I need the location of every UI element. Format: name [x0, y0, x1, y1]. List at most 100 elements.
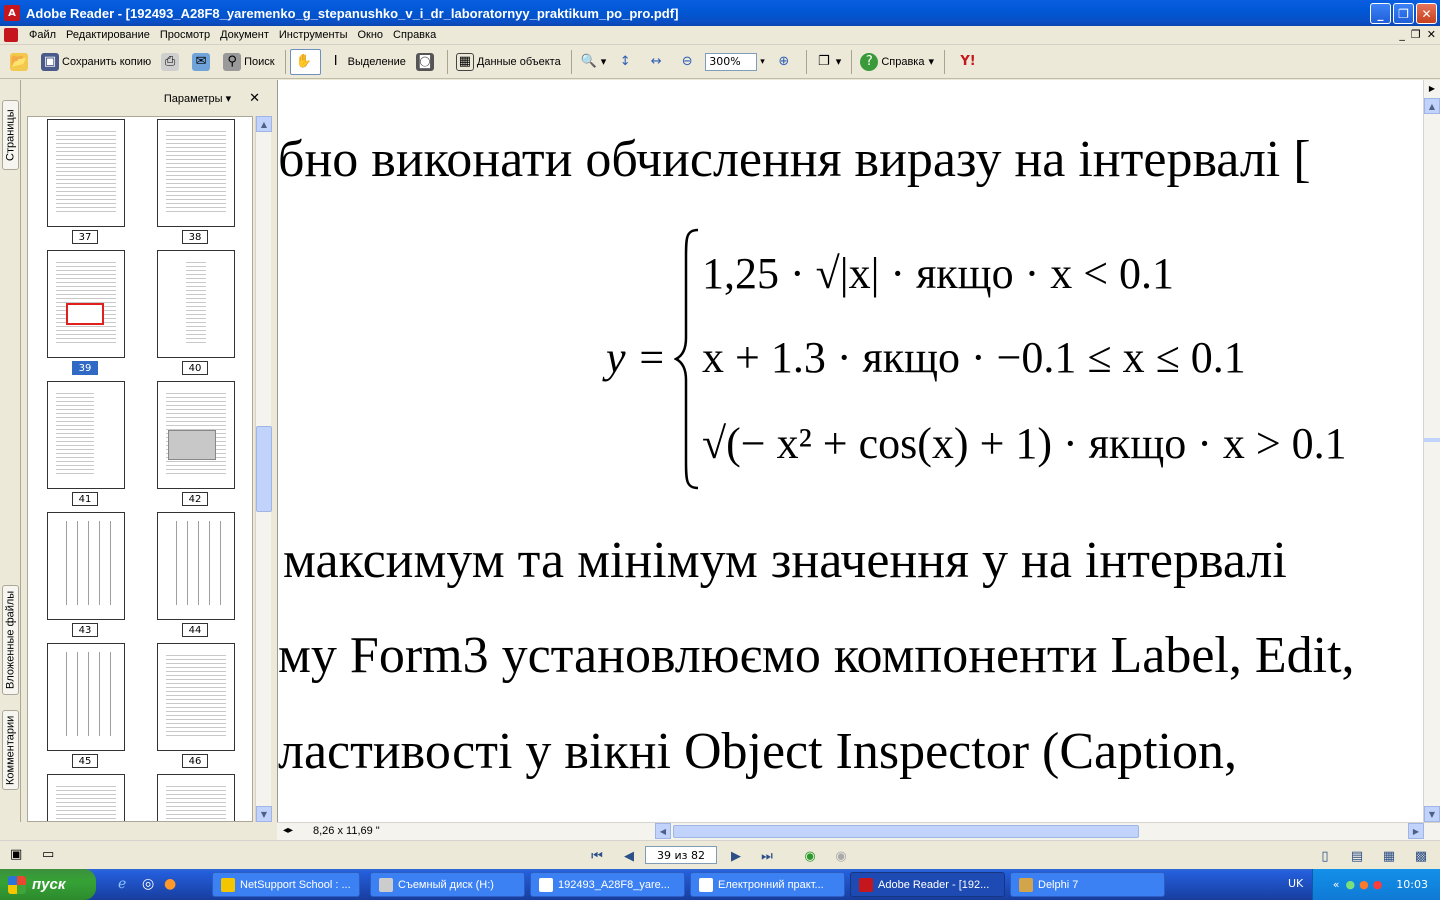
panel-header: Параметры ▾ ✕: [21, 80, 274, 116]
fit-height-button[interactable]: ↕: [612, 49, 641, 75]
drive-icon: [379, 877, 393, 892]
task-electronic-practicum[interactable]: Електронний практ...: [690, 872, 845, 897]
object-data-button[interactable]: ▦ Данные объекта: [452, 49, 565, 75]
task-netsupport[interactable]: NetSupport School : ...: [212, 872, 360, 897]
zoom-out-button[interactable]: ⊖: [674, 49, 703, 75]
doc-close-button[interactable]: ✕: [1427, 28, 1436, 41]
menu-file[interactable]: Файл: [24, 29, 61, 41]
search-button[interactable]: ⚲ Поиск: [219, 49, 278, 75]
scroll-up-icon[interactable]: ▶: [1424, 80, 1440, 96]
facing-pages-icon[interactable]: ▦: [1380, 847, 1398, 865]
close-button[interactable]: ✕: [1416, 3, 1437, 24]
document-view[interactable]: бно виконати обчислення виразу на інтерв…: [277, 80, 1423, 822]
options-menu[interactable]: Параметры ▾: [164, 92, 231, 105]
yahoo-button[interactable]: Y!: [949, 49, 990, 75]
menu-view[interactable]: Просмотр: [155, 29, 215, 41]
select-tool-button[interactable]: I Выделение: [323, 49, 410, 75]
network-icon[interactable]: ●: [1345, 878, 1355, 891]
hand-tool-button[interactable]: ✋: [289, 48, 321, 75]
first-page-button[interactable]: ⏮: [588, 847, 606, 865]
next-page-button[interactable]: ▶: [727, 847, 745, 865]
print-button[interactable]: ⎙: [157, 49, 186, 75]
zoom-in-tool-button[interactable]: 🔍 ▾: [576, 49, 611, 75]
last-page-button[interactable]: ⏭: [758, 847, 776, 865]
doc-restore-button[interactable]: ❐: [1411, 28, 1421, 41]
save-copy-button[interactable]: ▣ Сохранить копию: [37, 49, 155, 75]
panel-close-button[interactable]: ✕: [249, 90, 260, 106]
email-button[interactable]: ✉: [188, 49, 217, 75]
scroll-down-icon[interactable]: ▼: [256, 806, 272, 822]
help-button[interactable]: ? Справка ▾: [856, 49, 938, 75]
menu-bar: Файл Редактирование Просмотр Документ Ин…: [0, 26, 1440, 45]
page-thumbnail[interactable]: [157, 643, 235, 751]
go-forward-button[interactable]: ◉: [832, 847, 850, 865]
page-thumbnail[interactable]: [157, 512, 235, 620]
firefox-icon[interactable]: ●: [164, 876, 176, 892]
panel-scrollbar[interactable]: ▲ ▼: [255, 116, 272, 822]
document-scroll-thumb[interactable]: [1424, 438, 1440, 442]
ie-alt-icon[interactable]: ◎: [142, 876, 154, 892]
document-horizontal-scrollbar[interactable]: ◂▸ 8,26 x 11,69 " ◀ ▶: [277, 822, 1440, 840]
menu-help[interactable]: Справка: [388, 29, 441, 41]
document-vertical-scrollbar[interactable]: ▶ ▲ ▼: [1423, 80, 1440, 822]
zoom-in-button[interactable]: ⊕: [771, 49, 800, 75]
go-back-button[interactable]: ◉: [801, 847, 819, 865]
browser-tray-icon[interactable]: ●: [1359, 878, 1369, 891]
view-area-frame[interactable]: [66, 303, 104, 325]
word-icon: [699, 877, 713, 892]
tab-comments[interactable]: Комментарии: [2, 710, 19, 790]
horizontal-scroll-thumb[interactable]: [673, 825, 1139, 838]
task-removable-disk[interactable]: Съемный диск (H:): [370, 872, 525, 897]
page-thumbnail[interactable]: [157, 774, 235, 821]
task-adobe-reader[interactable]: Adobe Reader - [192...: [850, 872, 1005, 897]
page-thumbnail[interactable]: [47, 774, 125, 821]
single-page-icon[interactable]: ▯: [1316, 847, 1334, 865]
minimize-button[interactable]: _: [1370, 3, 1391, 24]
splitter-icon[interactable]: ◂▸: [283, 825, 293, 836]
tab-attachments[interactable]: Вложенные файлы: [2, 585, 19, 695]
menu-document[interactable]: Документ: [215, 29, 274, 41]
open-button[interactable]: 📂: [6, 49, 35, 75]
snapshot-button[interactable]: ◙: [412, 49, 441, 75]
doc-minimize-button[interactable]: _: [1399, 28, 1405, 41]
page-thumbnail[interactable]: [47, 250, 125, 358]
scroll-right-icon[interactable]: ▶: [1408, 823, 1424, 839]
page-thumbnail[interactable]: [157, 381, 235, 489]
menu-window[interactable]: Окно: [352, 29, 388, 41]
page-number-input[interactable]: 39 из 82: [645, 846, 717, 864]
page-thumbnail[interactable]: [47, 643, 125, 751]
tray-chevron-icon[interactable]: «: [1333, 878, 1340, 891]
menu-tools[interactable]: Инструменты: [274, 29, 353, 41]
document-icon[interactable]: [4, 28, 18, 42]
zoom-input[interactable]: 300%: [705, 52, 758, 71]
language-indicator[interactable]: UK: [1288, 877, 1303, 890]
continuous-facing-icon[interactable]: ▩: [1412, 847, 1430, 865]
object-data-icon: ▦: [455, 52, 474, 71]
panel-scroll-thumb[interactable]: [256, 426, 272, 512]
scroll-up-icon[interactable]: ▲: [256, 116, 272, 132]
page-thumbnail[interactable]: [47, 119, 125, 227]
ie-icon[interactable]: ℯ: [118, 876, 126, 892]
rotate-view-button[interactable]: ❐ ▾: [811, 49, 846, 75]
page-thumbnail[interactable]: [157, 119, 235, 227]
start-button[interactable]: пуск: [0, 869, 96, 900]
scroll-left-icon[interactable]: ◀: [655, 823, 671, 839]
page-thumbnail[interactable]: [157, 250, 235, 358]
document-icon[interactable]: ▭: [42, 847, 54, 862]
page-thumbnail[interactable]: [47, 381, 125, 489]
restore-button[interactable]: ❐: [1393, 3, 1414, 24]
scroll-down-icon[interactable]: ▼: [1424, 806, 1440, 822]
continuous-page-icon[interactable]: ▤: [1348, 847, 1366, 865]
panel-toggle-icon[interactable]: ▣: [10, 847, 22, 862]
pages-icon: ❐: [817, 54, 830, 69]
antivirus-icon[interactable]: ●: [1373, 878, 1383, 891]
page-thumbnail[interactable]: [47, 512, 125, 620]
zoom-dropdown-arrow[interactable]: ▾: [760, 57, 765, 67]
tab-pages[interactable]: Страницы: [2, 100, 19, 170]
task-word-doc[interactable]: 192493_A28F8_yare...: [530, 872, 685, 897]
task-delphi[interactable]: Delphi 7: [1010, 872, 1165, 897]
menu-edit[interactable]: Редактирование: [61, 29, 155, 41]
scroll-up-icon[interactable]: ▲: [1424, 98, 1440, 114]
fit-width-button[interactable]: ↔: [643, 49, 672, 75]
previous-page-button[interactable]: ◀: [620, 847, 638, 865]
